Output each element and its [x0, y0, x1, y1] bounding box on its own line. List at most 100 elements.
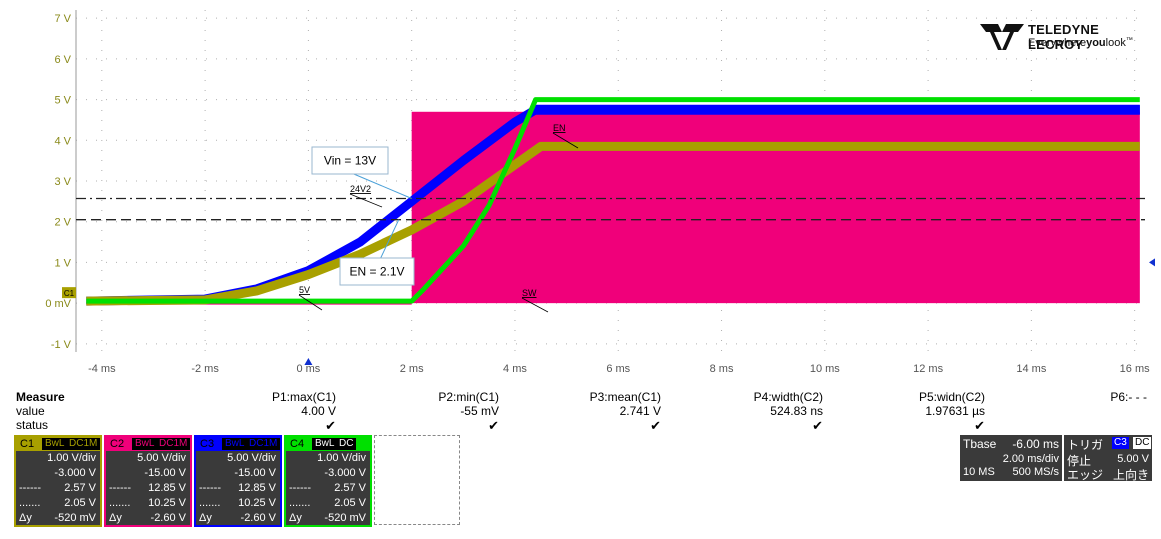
c1-ground-marker-label: C1 — [64, 289, 75, 298]
cursor-a-value: 12.85 V — [148, 482, 186, 494]
param-p3-status-icon: ✔ — [650, 418, 661, 433]
param-p5-status-icon: ✔ — [974, 418, 985, 433]
delta-y-value-marker: Δy — [289, 512, 302, 524]
delta-y-value-row: Δy -520 mV — [286, 512, 370, 525]
delta-y-value-row: Δy -520 mV — [16, 512, 100, 525]
channel-descriptor-c2[interactable]: C2 BwL DC1M 5.00 V/div -15.00 V ------ 12.85 V… — [104, 435, 192, 527]
delta-y-value: -2.60 V — [150, 512, 186, 524]
waveform-display[interactable]: 7 V 6 V 5 V 4 V 3 V 2 V 1 V 0 mV -1 V -4 ms -2 ms… — [0, 0, 1161, 385]
cursor-b-value-marker: ....... — [289, 497, 311, 509]
volts-per-div: 1.00 V/div — [317, 452, 366, 464]
offset-value-row: -3.000 V — [16, 467, 100, 480]
row-value-label: value — [16, 404, 45, 418]
x-tick-label: 6 ms — [606, 363, 630, 375]
channel-descriptor-c3[interactable]: C3 BwL DC1M 5.00 V/div -15.00 V ------ 12.85 V… — [194, 435, 282, 527]
channel-id: C1 — [20, 438, 35, 450]
cursor-b-value: 2.05 V — [334, 497, 366, 509]
cursor-a-value-marker: ------ — [199, 482, 221, 494]
trigger-descriptor[interactable]: トリガ C3 DC 停止 5.00 V エッジ 上向き — [1064, 435, 1152, 482]
timebase-descriptor[interactable]: Tbase -6.00 ms 2.00 ms/div 10 MS 500 MS/… — [960, 435, 1062, 481]
param-p3-value: 2.741 V — [619, 404, 661, 418]
y-axis-labels: 7 V 6 V 5 V 4 V 3 V 2 V 1 V 0 mV -1 V — [45, 13, 71, 351]
cursor-b-value-row: ....... 10.25 V — [106, 497, 190, 510]
offset-value-row: -15.00 V — [196, 467, 280, 480]
offset-value: -15.00 V — [234, 467, 276, 479]
param-p1-name[interactable]: P1:max(C1) — [166, 390, 336, 404]
cursor-a-value-row: ------ 2.57 V — [286, 482, 370, 495]
cursor-a-value-row: ------ 12.85 V — [106, 482, 190, 495]
cursor-b-value-row: ....... 2.05 V — [286, 497, 370, 510]
label-en: EN — [553, 123, 566, 133]
channel-id: C3 — [200, 438, 215, 450]
channel-descriptor-c4[interactable]: C4 BwL DC 1.00 V/div -3.000 V ------ 2.57 V...… — [284, 435, 372, 527]
param-p3-name[interactable]: P3:mean(C1) — [491, 390, 661, 404]
y-tick-label: 3 V — [54, 176, 71, 188]
trigger-level: 5.00 V — [1117, 453, 1149, 465]
bandwidth-tag: BwL — [222, 438, 248, 450]
param-p4-value: 524.83 ns — [770, 404, 823, 418]
volts-per-div: 5.00 V/div — [137, 452, 186, 464]
channel-id: C4 — [290, 438, 305, 450]
delta-y-value: -520 mV — [54, 512, 96, 524]
param-p5-name[interactable]: P5:widn(C2) — [815, 390, 985, 404]
y-tick-label: 0 mV — [45, 298, 71, 310]
cursor-a-value-row: ------ 2.57 V — [16, 482, 100, 495]
offset-value: -3.000 V — [324, 467, 366, 479]
cursor-a-value-marker: ------ — [109, 482, 131, 494]
row-status-label: status — [16, 418, 49, 432]
trigger-level-marker-icon[interactable] — [1149, 258, 1155, 267]
delta-y-value-row: Δy -2.60 V — [196, 512, 280, 525]
bandwidth-tag: BwL — [132, 438, 158, 450]
param-p4-status-icon: ✔ — [812, 418, 823, 433]
param-p6-name[interactable]: P6:- - - — [977, 390, 1147, 404]
label-sw: SW — [522, 288, 537, 298]
sample-rate: 500 MS/s — [1012, 466, 1059, 478]
x-tick-label: -2 ms — [191, 363, 219, 375]
teledyne-lecroy-logo: TELEDYNE LECROY Everywhereyoulook™ — [980, 20, 1145, 56]
volts-per-div-row: 1.00 V/div — [16, 452, 100, 465]
teledyne-logo-icon — [980, 24, 1024, 50]
trigger-mode: エッジ — [1067, 468, 1104, 482]
cursor-a-value-marker: ------ — [289, 482, 311, 494]
trigger-slope: 上向き — [1112, 468, 1149, 482]
cursor-b-value-marker: ....... — [19, 497, 41, 509]
delta-y-value-marker: Δy — [109, 512, 122, 524]
tbase-value: -6.00 ms — [1012, 437, 1059, 451]
x-tick-label: 8 ms — [710, 363, 734, 375]
cursor-b-value-marker: ....... — [199, 497, 221, 509]
volts-per-div-row: 1.00 V/div — [286, 452, 370, 465]
y-tick-label: 7 V — [54, 13, 71, 25]
label-5v: 5V — [299, 285, 310, 295]
cursor-b-value: 2.05 V — [64, 497, 96, 509]
trigger-position-marker-icon[interactable] — [304, 358, 313, 365]
y-tick-label: 5 V — [54, 95, 71, 107]
y-tick-label: 6 V — [54, 54, 71, 66]
param-p4-name[interactable]: P4:width(C2) — [653, 390, 823, 404]
offset-value-row: -3.000 V — [286, 467, 370, 480]
cursor-b-value-row: ....... 10.25 V — [196, 497, 280, 510]
x-tick-label: 10 ms — [810, 363, 840, 375]
x-tick-label: 16 ms — [1120, 363, 1150, 375]
coupling-tag: DC1M — [156, 438, 191, 450]
param-p2-name[interactable]: P2:min(C1) — [329, 390, 499, 404]
x-tick-label: 4 ms — [503, 363, 527, 375]
coupling-tag: DC1M — [66, 438, 101, 450]
offset-value-row: -15.00 V — [106, 467, 190, 480]
trigger-label: トリガ — [1067, 438, 1104, 452]
y-tick-label: 2 V — [54, 217, 71, 229]
param-p2-status-icon: ✔ — [488, 418, 499, 433]
delta-y-value-marker: Δy — [199, 512, 212, 524]
brand-tagline: Everywhereyoulook™ — [1028, 37, 1133, 49]
cursor-a-value-row: ------ 12.85 V — [196, 482, 280, 495]
volts-per-div-row: 5.00 V/div — [196, 452, 280, 465]
tdiv-value: 2.00 ms/div — [1002, 453, 1059, 465]
channel-descriptor-c1[interactable]: C1 BwL DC1M 1.00 V/div -3.000 V ------ 2.57 V.… — [14, 435, 102, 527]
volts-per-div: 1.00 V/div — [47, 452, 96, 464]
delta-y-value-row: Δy -2.60 V — [106, 512, 190, 525]
param-p1-status-icon: ✔ — [325, 418, 336, 433]
annotation-vin-text: Vin = 13V — [324, 154, 376, 168]
cursor-b-value: 10.25 V — [238, 497, 276, 509]
empty-descriptor-slot[interactable] — [374, 435, 460, 525]
bandwidth-tag: BwL — [42, 438, 68, 450]
y-tick-label: 1 V — [54, 257, 71, 269]
